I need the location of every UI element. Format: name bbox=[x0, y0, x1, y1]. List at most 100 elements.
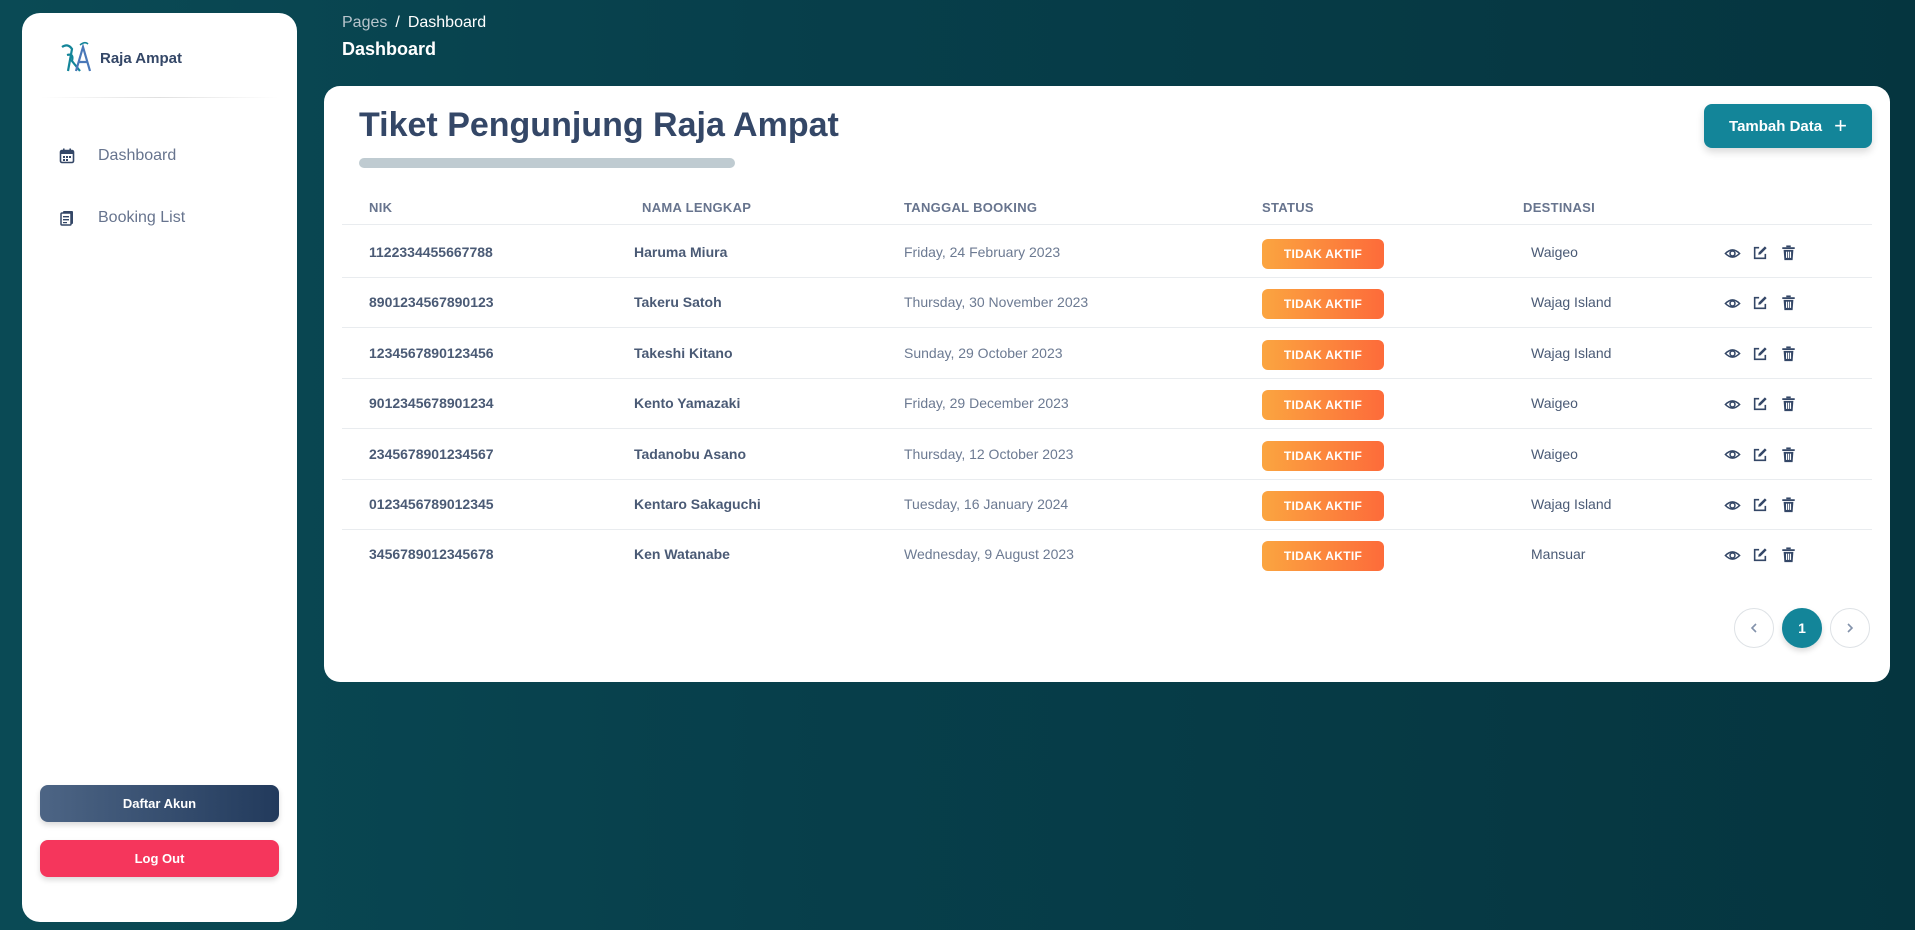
next-page-button[interactable] bbox=[1830, 608, 1870, 648]
breadcrumb-pages[interactable]: Pages bbox=[342, 14, 387, 32]
cell-nama-lengkap: Ken Watanabe bbox=[634, 546, 730, 563]
chevron-right-icon bbox=[1847, 623, 1854, 633]
row-actions bbox=[1723, 496, 1797, 514]
card-title: Tiket Pengunjung Raja Ampat bbox=[359, 106, 839, 144]
status-badge: TIDAK AKTIF bbox=[1262, 239, 1384, 269]
table-row: 3456789012345678 Ken Watanabe Wednesday, 9… bbox=[342, 530, 1872, 580]
page-button-current[interactable]: 1 bbox=[1782, 608, 1822, 648]
column-header-status: STATUS bbox=[1262, 200, 1314, 215]
trash-icon[interactable] bbox=[1779, 294, 1797, 312]
trash-icon[interactable] bbox=[1779, 395, 1797, 413]
row-actions bbox=[1723, 244, 1797, 262]
eye-icon[interactable] bbox=[1723, 244, 1741, 262]
cell-nama-lengkap: Haruma Miura bbox=[634, 244, 728, 260]
edit-icon[interactable] bbox=[1751, 294, 1769, 312]
edit-icon[interactable] bbox=[1751, 395, 1769, 413]
status-badge: TIDAK AKTIF bbox=[1262, 289, 1384, 320]
logout-button[interactable]: Log Out bbox=[40, 840, 279, 877]
cell-tanggal-booking: Friday, 24 February 2023 bbox=[904, 244, 1061, 260]
brand-divider bbox=[40, 97, 279, 98]
cell-nik: 2345678901234567 bbox=[369, 445, 494, 462]
trash-icon[interactable] bbox=[1779, 496, 1797, 514]
status-badge: TIDAK AKTIF bbox=[1262, 541, 1384, 572]
cell-nik: 1234567890123456 bbox=[369, 344, 494, 361]
brand[interactable]: Raja Ampat bbox=[58, 41, 182, 75]
cell-tanggal-booking: Friday, 29 December 2023 bbox=[904, 395, 1069, 412]
ticket-table-card: Tiket Pengunjung Raja Ampat Tambah Data … bbox=[324, 86, 1890, 682]
edit-icon[interactable] bbox=[1751, 546, 1769, 564]
page-title: Dashboard bbox=[342, 39, 437, 59]
edit-icon[interactable] bbox=[1751, 345, 1769, 363]
cell-destinasi: Wajag Island bbox=[1531, 496, 1612, 512]
title-underline bbox=[359, 158, 735, 168]
table-row: 1234567890123456 Takeshi Kitano Sunday, 29… bbox=[342, 329, 1872, 379]
breadcrumb-separator: / bbox=[395, 14, 400, 31]
previous-page-button[interactable] bbox=[1734, 608, 1774, 648]
cell-nama-lengkap: Kentaro Sakaguchi bbox=[634, 496, 761, 512]
cell-destinasi: Mansuar bbox=[1531, 546, 1586, 563]
table-header: NIK NAMA LENGKAP TANGGAL BOOKING STATUS … bbox=[342, 189, 1872, 225]
add-data-button[interactable]: Tambah Data + bbox=[1704, 104, 1872, 148]
eye-icon[interactable] bbox=[1723, 546, 1741, 564]
cell-tanggal-booking: Wednesday, 9 August 2023 bbox=[904, 546, 1074, 563]
status-badge: TIDAK AKTIF bbox=[1262, 491, 1384, 521]
sidebar-item-label: Dashboard bbox=[98, 147, 177, 164]
row-actions bbox=[1723, 446, 1797, 464]
table-row: 0123456789012345 Kentaro Sakaguchi Tuesday… bbox=[342, 480, 1872, 530]
eye-icon[interactable] bbox=[1723, 395, 1741, 413]
cell-tanggal-booking: Thursday, 12 October 2023 bbox=[904, 445, 1074, 462]
column-header-nik: NIK bbox=[369, 200, 393, 215]
cell-nama-lengkap: Kento Yamazaki bbox=[634, 395, 741, 412]
status-badge: TIDAK AKTIF bbox=[1262, 440, 1384, 471]
cell-nik: 9012345678901234 bbox=[369, 395, 494, 412]
cell-destinasi: Wajag Island bbox=[1531, 294, 1612, 311]
cell-destinasi: Waigeo bbox=[1531, 445, 1578, 462]
row-actions bbox=[1723, 546, 1797, 564]
eye-icon[interactable] bbox=[1723, 345, 1741, 363]
table-row: 2345678901234567 Tadanobu Asano Thursday, … bbox=[342, 430, 1872, 480]
status-badge: TIDAK AKTIF bbox=[1262, 390, 1384, 421]
cell-destinasi: Wajag Island bbox=[1531, 344, 1612, 361]
edit-icon[interactable] bbox=[1751, 244, 1769, 262]
pagination: 1 bbox=[1734, 608, 1870, 648]
trash-icon[interactable] bbox=[1779, 546, 1797, 564]
table-row: 1122334455667788 Haruma Miura Friday, 24 F… bbox=[342, 228, 1872, 278]
sidebar-item-label: Booking List bbox=[98, 209, 186, 226]
table-row: 9012345678901234 Kento Yamazaki Friday, 29… bbox=[342, 379, 1872, 430]
eye-icon[interactable] bbox=[1723, 496, 1741, 514]
document-icon bbox=[58, 209, 76, 227]
trash-icon[interactable] bbox=[1779, 345, 1797, 363]
chevron-left-icon bbox=[1750, 623, 1757, 633]
column-header-tanggal: TANGGAL BOOKING bbox=[904, 200, 1038, 215]
breadcrumb: Pages / Dashboard bbox=[342, 14, 486, 32]
cell-nama-lengkap: Takeshi Kitano bbox=[634, 344, 733, 361]
cell-nik: 1122334455667788 bbox=[369, 244, 493, 260]
row-actions bbox=[1723, 294, 1797, 312]
status-badge: TIDAK AKTIF bbox=[1262, 339, 1384, 370]
cell-nama-lengkap: Tadanobu Asano bbox=[634, 445, 746, 462]
cell-nik: 0123456789012345 bbox=[369, 496, 494, 512]
register-account-button[interactable]: Daftar Akun bbox=[40, 785, 279, 822]
trash-icon[interactable] bbox=[1779, 244, 1797, 262]
cell-nik: 8901234567890123 bbox=[369, 294, 494, 311]
brand-name: Raja Ampat bbox=[100, 49, 182, 67]
cell-nama-lengkap: Takeru Satoh bbox=[634, 294, 722, 311]
edit-icon[interactable] bbox=[1751, 496, 1769, 514]
cell-tanggal-booking: Sunday, 29 October 2023 bbox=[904, 344, 1063, 361]
trash-icon[interactable] bbox=[1779, 446, 1797, 464]
plus-icon: + bbox=[1834, 113, 1847, 138]
cell-destinasi: Waigeo bbox=[1531, 395, 1578, 412]
sidebar-item-dashboard[interactable]: Dashboard bbox=[58, 147, 176, 165]
breadcrumb-current: Dashboard bbox=[407, 14, 487, 31]
edit-icon[interactable] bbox=[1751, 446, 1769, 464]
column-header-nama: NAMA LENGKAP bbox=[642, 200, 752, 215]
eye-icon[interactable] bbox=[1723, 294, 1741, 312]
add-data-label: Tambah Data bbox=[1729, 117, 1823, 135]
row-actions bbox=[1723, 395, 1797, 413]
table-row: 8901234567890123 Takeru Satoh Thursday, 30… bbox=[342, 278, 1872, 329]
sidebar-item-booking-list[interactable]: Booking List bbox=[58, 209, 185, 227]
column-header-destinasi: DESTINASI bbox=[1523, 200, 1596, 215]
cell-tanggal-booking: Thursday, 30 November 2023 bbox=[904, 294, 1089, 311]
cell-tanggal-booking: Tuesday, 16 January 2024 bbox=[904, 496, 1069, 512]
eye-icon[interactable] bbox=[1723, 446, 1741, 464]
